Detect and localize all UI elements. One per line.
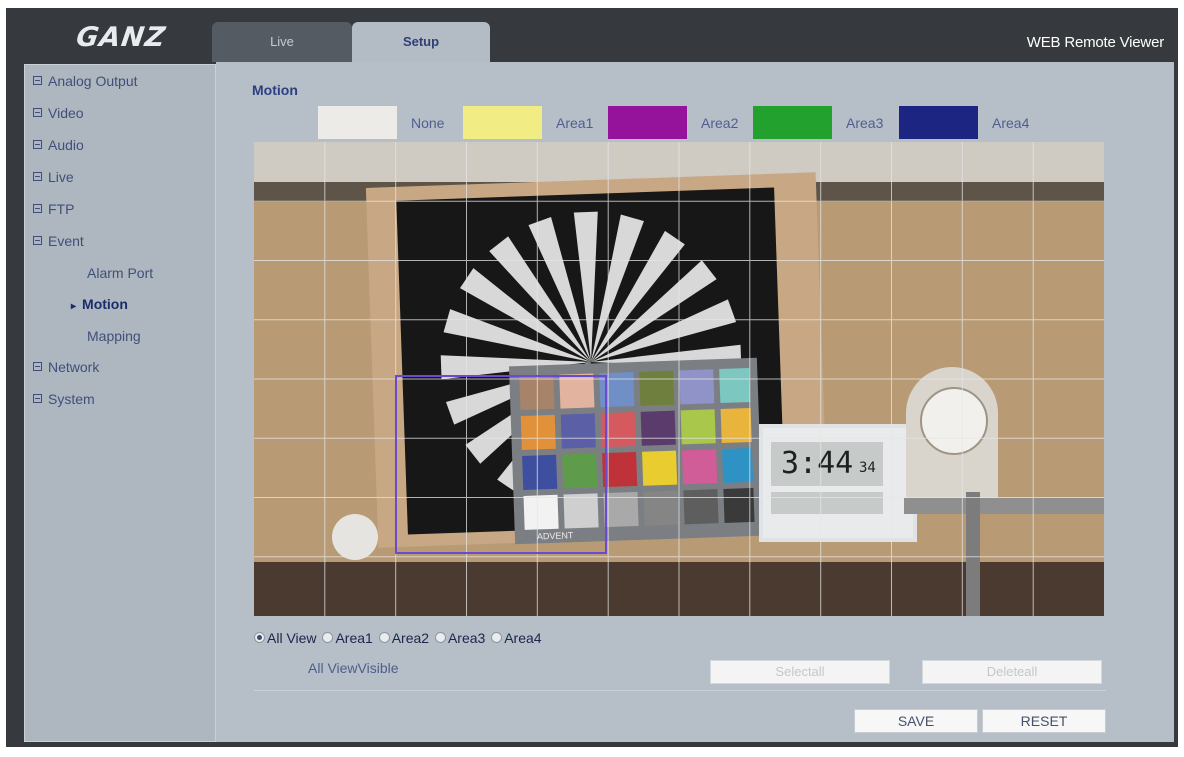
expand-icon xyxy=(33,108,42,117)
swatch-none[interactable] xyxy=(318,106,397,139)
view-option-group: All View Area1 Area2 Area3 Area4 xyxy=(254,630,544,646)
expand-icon xyxy=(33,362,42,371)
legend-label-area4: Area4 xyxy=(992,115,1030,131)
expand-icon xyxy=(33,140,42,149)
radio-label: Area4 xyxy=(504,630,542,646)
arrow-right-icon: ▸ xyxy=(71,301,77,312)
sidebar-item-audio[interactable]: Audio xyxy=(33,137,84,153)
radio-label: Area1 xyxy=(335,630,373,646)
radio-area4[interactable]: Area4 xyxy=(491,630,542,646)
radio-area3[interactable]: Area3 xyxy=(434,630,486,646)
radio-area2[interactable]: Area2 xyxy=(378,630,430,646)
expand-icon xyxy=(33,76,42,85)
sidebar-item-label: Network xyxy=(48,359,100,375)
app-frame: GANZ WEB Remote Viewer Live Setup Analog… xyxy=(6,8,1178,747)
sidebar: Analog Output Video Audio Live FTP Event… xyxy=(24,64,216,742)
swatch-area1[interactable] xyxy=(463,106,542,139)
page-title: Motion xyxy=(252,82,298,98)
sidebar-item-label: Live xyxy=(48,169,74,185)
sidebar-item-label: Audio xyxy=(48,137,84,153)
sidebar-item-video[interactable]: Video xyxy=(33,105,84,121)
sidebar-item-label: Video xyxy=(48,105,84,121)
legend-label-area1: Area1 xyxy=(556,115,594,131)
swatch-area4[interactable] xyxy=(899,106,978,139)
app-title: WEB Remote Viewer xyxy=(1026,34,1164,51)
legend-label-none: None xyxy=(411,115,445,131)
sidebar-item-motion[interactable]: ▸ Motion xyxy=(71,296,128,312)
tab-setup[interactable]: Setup xyxy=(352,22,490,62)
sidebar-item-live[interactable]: Live xyxy=(33,169,74,185)
sidebar-item-label: Analog Output xyxy=(48,73,138,89)
expand-icon xyxy=(33,394,42,403)
collapse-icon xyxy=(33,236,42,245)
reset-button[interactable]: RESET xyxy=(982,709,1106,733)
divider xyxy=(254,690,1106,691)
sidebar-item-event[interactable]: Event xyxy=(33,233,84,249)
sidebar-item-analog-output[interactable]: Analog Output xyxy=(33,73,138,89)
sidebar-item-network[interactable]: Network xyxy=(33,359,99,375)
motion-area-selection[interactable] xyxy=(395,375,607,554)
sidebar-item-ftp[interactable]: FTP xyxy=(33,201,74,217)
visible-status-label: All ViewVisible xyxy=(308,660,399,676)
expand-icon xyxy=(33,204,42,213)
main-panel: Motion None Area1 Area2 Area3 Area4 ADVE… xyxy=(216,62,1174,742)
sidebar-item-mapping[interactable]: Mapping xyxy=(87,328,141,344)
save-button[interactable]: SAVE xyxy=(854,709,978,733)
ganz-logo: GANZ xyxy=(74,22,168,53)
motion-grid-overlay[interactable] xyxy=(254,142,1104,616)
radio-unchecked-icon xyxy=(434,632,446,643)
radio-unchecked-icon xyxy=(322,632,334,643)
sidebar-item-label: System xyxy=(48,391,95,407)
legend-label-area3: Area3 xyxy=(846,115,884,131)
radio-label: All View xyxy=(267,630,317,646)
radio-label: Area2 xyxy=(391,630,430,646)
radio-label: Area3 xyxy=(447,630,486,646)
tab-live[interactable]: Live xyxy=(212,22,352,62)
sidebar-item-alarm-port[interactable]: Alarm Port xyxy=(87,265,153,281)
swatch-area2[interactable] xyxy=(608,106,687,139)
radio-area1[interactable]: Area1 xyxy=(322,630,373,646)
radio-unchecked-icon xyxy=(491,632,503,643)
radio-all-view[interactable]: All View xyxy=(254,630,317,646)
select-all-button[interactable]: Selectall xyxy=(710,660,890,684)
sidebar-item-system[interactable]: System xyxy=(33,391,95,407)
radio-unchecked-icon xyxy=(378,632,390,643)
legend-label-area2: Area2 xyxy=(701,115,739,131)
swatch-area3[interactable] xyxy=(753,106,832,139)
camera-motion-grid[interactable]: ADVENT 3:44 34 xyxy=(254,142,1104,616)
sidebar-item-label: Event xyxy=(48,233,84,249)
radio-checked-icon xyxy=(254,632,265,643)
sidebar-item-label: FTP xyxy=(48,201,75,217)
delete-all-button[interactable]: Deleteall xyxy=(922,660,1102,684)
expand-icon xyxy=(33,172,42,181)
sidebar-item-label: Motion xyxy=(82,296,128,312)
